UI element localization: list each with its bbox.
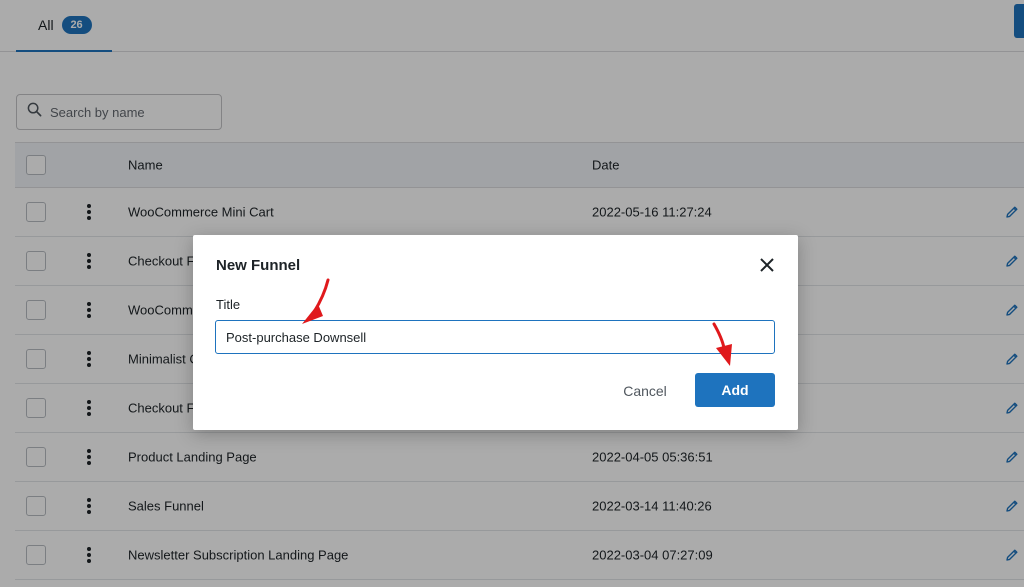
close-icon[interactable] (757, 255, 777, 275)
annotation-arrow-icon (302, 278, 330, 324)
annotation-arrow-icon (712, 322, 732, 366)
cancel-button[interactable]: Cancel (613, 374, 677, 408)
dialog-title: New Funnel (216, 257, 301, 274)
add-button[interactable]: Add (695, 373, 775, 407)
title-field-label: Title (216, 297, 241, 312)
